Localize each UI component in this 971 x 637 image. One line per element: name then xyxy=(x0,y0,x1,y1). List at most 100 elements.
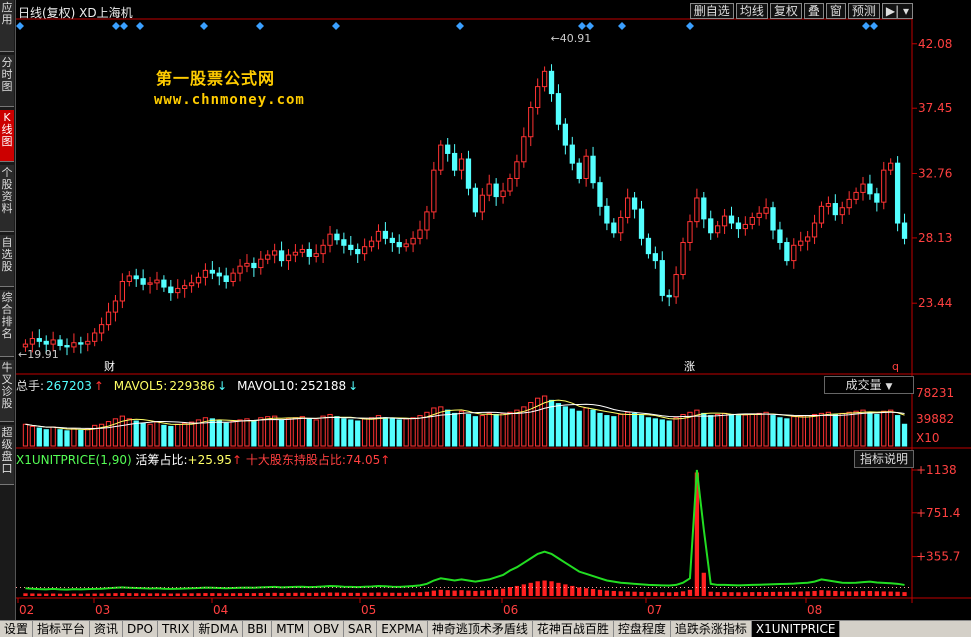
candle-body xyxy=(694,197,700,223)
candle-body xyxy=(749,216,755,225)
mavol5-label: MAVOL5: xyxy=(113,379,168,393)
candle-body xyxy=(659,260,665,296)
candle-body xyxy=(188,282,195,287)
volume-bar xyxy=(486,412,492,447)
up-arrow-icon: ↑ xyxy=(93,379,104,393)
candle-body xyxy=(458,158,465,171)
indicator-bar xyxy=(182,593,187,596)
bottom-tab-2[interactable]: 资讯 xyxy=(90,621,124,637)
volume-bar xyxy=(327,413,333,447)
indicator-bar xyxy=(189,593,194,596)
volume-bar xyxy=(708,415,714,447)
bottom-tab-10[interactable]: EXPMA xyxy=(377,621,428,637)
indicator-bar xyxy=(355,592,360,596)
volume-bar xyxy=(223,422,229,447)
candle-body xyxy=(43,340,49,345)
indicator-bar xyxy=(71,593,77,596)
rail-item-3[interactable]: 个股资料 xyxy=(0,165,14,232)
bottom-tab-12[interactable]: 花神百战百胜 xyxy=(533,621,614,637)
volume-bar xyxy=(188,421,195,447)
volume-bar xyxy=(361,418,368,447)
bottom-tab-4[interactable]: TRIX xyxy=(158,621,195,637)
volume-bar xyxy=(292,417,299,447)
volume-axis-label: X10 xyxy=(916,431,940,445)
bottom-tab-11[interactable]: 神奇逃顶术矛盾线 xyxy=(428,621,533,637)
candle-body xyxy=(147,282,153,285)
candle-body xyxy=(500,190,506,198)
indicator-bar xyxy=(583,588,589,596)
event-diamond-icon xyxy=(618,22,626,30)
indicator-header: X1UNITPRICE(1,90) 活筹占比:+25.95↑ 十大股东持股占比:… xyxy=(16,451,390,468)
indicator-help-button[interactable]: 指标说明 xyxy=(854,450,914,468)
bottom-tab-5[interactable]: 新DMA xyxy=(194,621,244,637)
panel-toggle-icon[interactable]: ▶| ▾ xyxy=(881,3,913,19)
volume-bar xyxy=(403,418,409,447)
indicator-bar xyxy=(383,592,388,596)
bottom-tab-9[interactable]: SAR xyxy=(344,621,378,637)
rail-item-5[interactable]: 综合排名 xyxy=(0,290,14,357)
toolbar-button-0[interactable]: 删自选 xyxy=(689,3,734,19)
volume-bar xyxy=(507,411,513,447)
bottom-tab-1[interactable]: 指标平台 xyxy=(33,621,91,637)
bottom-tab-15[interactable]: X1UNITPRICE xyxy=(751,621,841,637)
volume-bar xyxy=(493,413,499,447)
toolbar-button-4[interactable]: 窗 xyxy=(825,3,846,19)
rail-item-2[interactable]: K线图 xyxy=(0,110,14,162)
volume-bar xyxy=(763,411,769,447)
indicator-bar xyxy=(639,591,644,596)
candle-body xyxy=(514,161,520,179)
event-diamond-icon xyxy=(586,22,594,30)
indicator-bar xyxy=(404,592,409,596)
bottom-tab-14[interactable]: 追跌杀涨指标 xyxy=(671,621,752,637)
candle-body xyxy=(846,198,852,209)
candle-body xyxy=(701,197,707,220)
bottom-tab-0[interactable]: 设置 xyxy=(0,621,34,637)
toolbar-button-1[interactable]: 均线 xyxy=(735,3,768,19)
indicator-bar xyxy=(500,588,506,596)
candle-body xyxy=(119,280,126,302)
toolbar-button-5[interactable]: 预测 xyxy=(847,3,880,19)
bottom-tab-6[interactable]: BBI xyxy=(243,621,273,637)
indicator-bar xyxy=(113,593,118,596)
candle-body xyxy=(507,177,513,192)
indicator-bar xyxy=(673,592,679,596)
toolbar-button-3[interactable]: 叠 xyxy=(803,3,824,19)
candle-body xyxy=(438,144,444,171)
volume-bar xyxy=(881,410,887,447)
event-diamond-icon xyxy=(16,22,24,30)
rail-item-6[interactable]: 牛叉诊股 xyxy=(0,360,14,422)
candle-body xyxy=(410,237,416,245)
rail-item-0[interactable]: 应用 xyxy=(0,0,14,52)
volume-bar xyxy=(451,412,458,447)
price-tick-label: 28.13 xyxy=(918,231,952,245)
rail-item-1[interactable]: 分时图 xyxy=(0,55,14,107)
candle-body xyxy=(611,222,617,234)
rail-item-7[interactable]: 超级盘口 xyxy=(0,425,14,485)
candle-body xyxy=(306,248,312,257)
volume-bar xyxy=(590,409,596,447)
chart-title: 日线(复权) XD上海机 xyxy=(18,6,133,20)
rail-item-4[interactable]: 自选股 xyxy=(0,235,14,287)
indicator-name: X1UNITPRICE(1,90) xyxy=(16,453,132,467)
indicator-bar xyxy=(784,591,790,596)
brand-url[interactable]: www.chnmoney.com xyxy=(154,92,305,108)
indicator-bar xyxy=(874,591,879,596)
bottom-tab-3[interactable]: DPO xyxy=(123,621,158,637)
bottom-tab-13[interactable]: 控盘程度 xyxy=(614,621,671,637)
volume-bar xyxy=(611,416,617,447)
candle-body xyxy=(78,342,84,345)
volume-bar xyxy=(894,415,901,447)
indicator-bar xyxy=(265,592,270,596)
volume-bar xyxy=(583,407,589,447)
volume-bar xyxy=(638,415,645,447)
candle-body xyxy=(451,152,458,171)
volume-bar xyxy=(666,420,672,447)
indicator-bar xyxy=(320,592,326,596)
bottom-tab-7[interactable]: MTM xyxy=(272,621,310,637)
bottom-tab-8[interactable]: OBV xyxy=(309,621,344,637)
indicator-bar xyxy=(230,593,236,596)
volume-dropdown[interactable]: 成交量 ▼ xyxy=(824,376,914,394)
candle-body xyxy=(493,183,499,198)
toolbar-button-2[interactable]: 复权 xyxy=(769,3,802,19)
volume-bar xyxy=(825,411,832,447)
